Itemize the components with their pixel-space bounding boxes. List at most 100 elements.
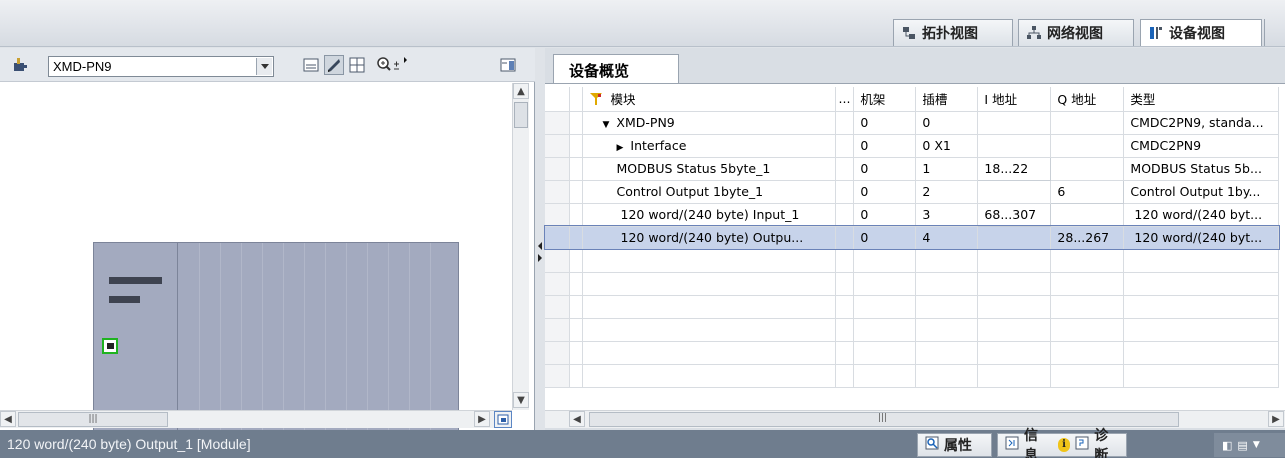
type-cell[interactable]: CMDC2PN9, standa... [1123,111,1280,135]
q-address-cell[interactable]: 28...267 [1050,226,1125,250]
chevron-down-icon[interactable]: ▼ [1253,440,1260,450]
q-address-cell[interactable]: 6 [1050,179,1125,204]
slot-cell[interactable]: 0 X1 [915,134,979,158]
scroll-thumb[interactable] [514,102,528,128]
scroll-right-icon[interactable]: ▶ [474,411,490,427]
module-view-icon[interactable] [301,55,321,75]
column-module[interactable]: 模块 [582,87,836,112]
graphic-toolbar: XMD-PN9 [0,48,535,82]
tab-device-view[interactable]: 设备视图 [1140,19,1262,46]
q-address-cell[interactable] [1050,157,1125,181]
rack-cell[interactable]: 0 [853,157,917,181]
column-i-address[interactable]: I 地址 [977,87,1052,112]
slot-cell[interactable]: 2 [915,180,979,204]
table-row[interactable]: MODBUS Status 5byte_1 0 1 18...22 MODBUS… [545,156,1280,181]
table-horizontal-scrollbar[interactable]: ◀ ||| ▶ [569,410,1285,428]
scroll-down-icon[interactable]: ▼ [513,392,529,408]
table-row[interactable]: Control Output 1byte_1 0 2 6 Control Out… [545,179,1280,204]
table-row[interactable]: 120 word/(240 byte) Input_1 0 3 68...307… [545,202,1280,227]
pane-splitter[interactable] [536,48,544,430]
empty-row[interactable] [545,295,1280,319]
column-more[interactable]: ... [835,87,855,112]
slot-cell[interactable]: 4 [915,226,979,250]
port-icon[interactable] [102,338,118,354]
slot-cell[interactable]: 1 [915,157,979,181]
i-address-cell[interactable]: 68...307 [977,202,1052,227]
tab-device-overview[interactable]: 设备概览 [553,54,679,84]
i-address-cell[interactable] [977,111,1052,135]
rack-cell[interactable]: 0 [853,180,917,204]
collapse-icon[interactable] [603,115,617,130]
scroll-left-icon[interactable]: ◀ [0,411,16,427]
panel-toggle-icon[interactable] [498,55,518,75]
q-address-cell[interactable] [1050,111,1125,135]
table-row[interactable]: XMD-PN9 0 0 CMDC2PN9, standa... [545,111,1280,135]
head-module[interactable] [94,243,178,433]
rack-cell[interactable]: 0 [853,134,917,158]
module-cell[interactable]: XMD-PN9 [582,111,836,135]
tab-info[interactable]: 信息 i 诊断 [997,428,1127,458]
q-address-cell[interactable] [1050,203,1125,227]
rack-cell[interactable]: 0 [853,226,917,250]
list-icon[interactable]: ▤ [1237,439,1247,452]
rack[interactable] [93,242,459,434]
i-address-cell[interactable] [977,134,1052,158]
panel-controls[interactable]: ◧ ▤ ▼ [1214,433,1285,457]
i-address-cell[interactable]: 18...22 [977,156,1052,181]
column-q-address[interactable]: Q 地址 [1050,87,1125,112]
empty-row[interactable] [545,364,1280,388]
device-select[interactable]: XMD-PN9 [48,56,274,77]
scroll-thumb[interactable]: ||| [589,412,1179,427]
type-cell[interactable]: 120 word/(240 byt... [1123,203,1280,227]
scroll-right-icon[interactable]: ▶ [1268,411,1284,427]
grid-icon[interactable] [347,55,367,75]
column-slot[interactable]: 插槽 [915,87,979,112]
slot-cell[interactable]: 3 [915,203,979,227]
module-cell[interactable]: 120 word/(240 byte) Outpu... [582,226,836,250]
scroll-left-icon[interactable]: ◀ [569,411,585,427]
empty-row[interactable] [545,272,1280,296]
expand-right-icon[interactable] [538,254,542,262]
table-row-selected[interactable]: 120 word/(240 byte) Outpu... 0 4 28...26… [544,225,1280,250]
module-cell[interactable]: 120 word/(240 byte) Input_1 [582,203,836,227]
q-address-cell[interactable] [1050,134,1125,158]
scroll-thumb[interactable]: ||| [18,412,168,427]
module-cell[interactable]: Interface [582,134,836,158]
module-cell[interactable]: Control Output 1byte_1 [582,180,836,204]
module-cell[interactable]: MODBUS Status 5byte_1 [582,157,836,181]
tab-network-view[interactable]: 网络视图 [1018,19,1134,46]
horizontal-scrollbar[interactable]: ◀ ||| ▶ [0,410,512,428]
overview-nav-icon[interactable] [494,411,512,428]
type-cell[interactable]: CMDC2PN9 [1123,134,1280,158]
type-cell[interactable]: MODBUS Status 5b... [1123,157,1280,181]
filter-icon[interactable] [589,92,603,109]
zoom-icon[interactable] [375,55,409,75]
tab-properties[interactable]: 属性 [917,433,992,457]
chevron-down-icon[interactable] [256,58,272,75]
empty-row[interactable] [545,341,1280,365]
vertical-scrollbar[interactable]: ▲ ▼ [512,83,529,410]
device-canvas[interactable] [0,83,512,434]
i-address-cell[interactable] [977,180,1052,204]
tab-topology-view[interactable]: 拓扑视图 [893,19,1013,46]
expand-icon[interactable] [617,138,631,153]
empty-row[interactable] [545,249,1280,273]
draw-mode-icon[interactable] [324,55,344,75]
table-row[interactable]: Interface 0 0 X1 CMDC2PN9 [545,134,1280,158]
i-address-cell[interactable] [977,226,1052,250]
column-type[interactable]: 类型 [1123,87,1280,112]
device-tree-icon[interactable] [10,55,30,75]
column-rack[interactable]: 机架 [853,87,917,112]
rack-cell[interactable]: 0 [853,203,917,227]
empty-row[interactable] [545,318,1280,342]
row-gutter [545,203,570,227]
scroll-up-icon[interactable]: ▲ [513,83,529,99]
graphic-view-pane: XMD-PN9 ▲ ▼ ◀ ||| ▶ [0,48,535,434]
type-cell[interactable]: Control Output 1by... [1123,180,1280,204]
rack-cell[interactable]: 0 [853,111,917,135]
window-icon[interactable]: ◧ [1222,439,1232,452]
slot-cell[interactable]: 0 [915,111,979,135]
collapse-left-icon[interactable] [538,242,542,250]
device-overview-table[interactable]: 模块 ... 机架 插槽 I 地址 Q 地址 类型 XMD-PN9 0 0 [544,83,1285,410]
type-cell[interactable]: 120 word/(240 byt... [1123,226,1280,250]
